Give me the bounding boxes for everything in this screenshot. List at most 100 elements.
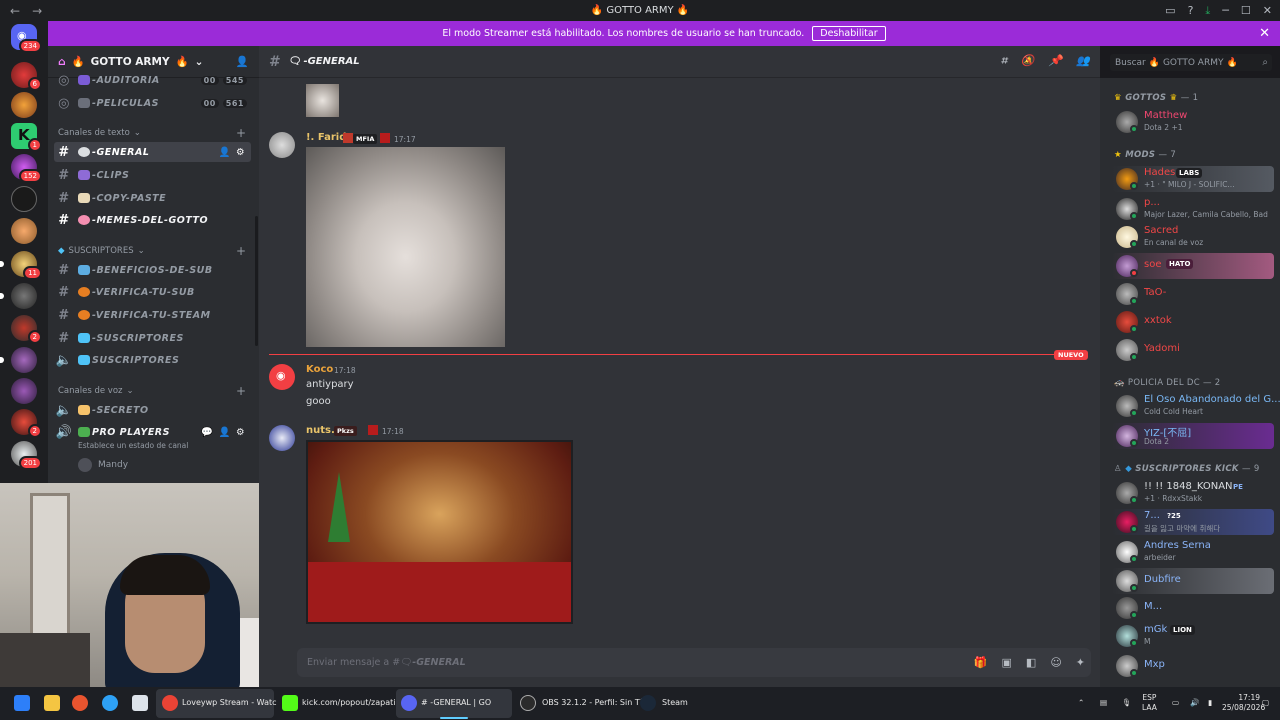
member-item[interactable]: M...: [1112, 595, 1276, 621]
microphone-icon[interactable]: 🎙: [1122, 698, 1132, 708]
member-item[interactable]: TaO-: [1112, 281, 1276, 307]
server-icon[interactable]: 201: [11, 441, 42, 470]
channel-general[interactable]: # -GENERAL 👤 ⚙: [54, 142, 251, 162]
invite-icon[interactable]: 👤: [219, 147, 231, 158]
clock[interactable]: 17:19 25/08/2026: [1222, 693, 1265, 713]
gear-icon[interactable]: ⚙: [236, 427, 245, 438]
category-text-channels[interactable]: Canales de texto ⌄ +: [58, 126, 246, 140]
obs-icon[interactable]: [520, 695, 536, 711]
minimize-button[interactable]: ─: [1222, 4, 1229, 17]
member-item[interactable]: !! !! 1848_KONAN PE +1 · RdxxStakk: [1112, 480, 1276, 506]
server-icon[interactable]: 152: [11, 154, 42, 183]
add-channel-icon[interactable]: +: [236, 126, 246, 140]
dog-gif[interactable]: [306, 440, 573, 624]
image-attachment[interactable]: [306, 84, 339, 117]
category-suscriptores[interactable]: ◆ SUSCRIPTORES ⌄ +: [58, 244, 246, 258]
member-item[interactable]: Andres Serna arbeider: [1112, 539, 1276, 565]
volume-icon[interactable]: 🔊: [1190, 698, 1199, 708]
download-icon[interactable]: ⤓: [1205, 4, 1210, 18]
username[interactable]: nuts.: [306, 425, 335, 436]
language-indicator[interactable]: ESP LAA: [1142, 693, 1157, 713]
channel-status-prompt[interactable]: Establece un estado de canal: [78, 441, 188, 450]
server-icon[interactable]: [0, 347, 37, 373]
channel-verifica-sub[interactable]: # -VERIFICA-TU-SUB: [54, 282, 251, 302]
voice-channel-peliculas[interactable]: ◎ -PELICULAS 00 561: [54, 93, 251, 113]
server-icon[interactable]: [11, 378, 37, 404]
scrollbar[interactable]: [255, 216, 258, 346]
message-input[interactable]: Enviar mensaje a # 🗨 -GENERAL 🎁 ▣ ◧ ☺ ✦: [297, 648, 1091, 677]
server-icon[interactable]: [0, 283, 37, 309]
forward-arrow-icon[interactable]: →: [32, 4, 42, 18]
search-input[interactable]: Buscar 🔥 GOTTO ARMY 🔥 ⌕: [1110, 54, 1272, 71]
apps-icon[interactable]: ✦: [1076, 656, 1085, 669]
member-item[interactable]: soe HATO: [1112, 253, 1276, 279]
threads-icon[interactable]: ⌗: [1001, 54, 1007, 68]
close-banner-icon[interactable]: ✕: [1259, 26, 1270, 41]
windows-start-icon[interactable]: [14, 695, 30, 711]
server-icon[interactable]: [11, 218, 37, 244]
server-icon[interactable]: 11: [0, 251, 42, 280]
mute-bell-icon[interactable]: 🔕: [1021, 54, 1035, 68]
disable-streamer-button[interactable]: Deshabilitar: [812, 26, 886, 41]
server-icon[interactable]: [11, 92, 37, 118]
channel-verifica-steam[interactable]: # -VERIFICA-TU-STEAM: [54, 305, 251, 325]
edge-icon[interactable]: [102, 695, 118, 711]
channel-suscriptores-voice[interactable]: 🔈 SUSCRIPTORES: [54, 350, 251, 370]
avatar[interactable]: [269, 132, 295, 158]
emoji-icon[interactable]: ☺: [1050, 656, 1061, 669]
member-item[interactable]: Hades LABS +1 · " MILO J - SOLIFIC...: [1112, 166, 1276, 192]
browser-icon[interactable]: [72, 695, 88, 711]
help-icon[interactable]: ?: [1188, 4, 1194, 17]
kick-icon[interactable]: [282, 695, 298, 711]
member-item[interactable]: YIZ-[不屈] Dota 2: [1112, 423, 1276, 449]
chat-icon[interactable]: 💬: [201, 427, 213, 438]
notification-icon[interactable]: ▢: [1262, 698, 1269, 708]
invite-icon[interactable]: 👤: [236, 55, 249, 68]
add-channel-icon[interactable]: +: [236, 384, 246, 398]
server-icon[interactable]: 2: [11, 315, 42, 344]
gif-icon[interactable]: ▣: [1002, 656, 1012, 669]
add-channel-icon[interactable]: +: [236, 244, 246, 258]
member-item[interactable]: El Oso Abandonado del G... Cold Cold Hea…: [1112, 393, 1280, 419]
member-item[interactable]: Sacred En canal de voz: [1112, 224, 1276, 250]
channel-clips[interactable]: # -CLIPS: [54, 165, 251, 185]
channel-copy-paste[interactable]: # -COPY-PASTE: [54, 188, 251, 208]
network-icon[interactable]: ▭: [1172, 698, 1179, 708]
inbox-icon[interactable]: ▭: [1165, 4, 1175, 17]
battery-icon[interactable]: ▮: [1208, 698, 1212, 708]
member-item[interactable]: Mxp: [1112, 653, 1276, 679]
member-item[interactable]: Dubfire: [1112, 568, 1276, 594]
channel-suscriptores-text[interactable]: # -SUSCRIPTORES: [54, 328, 251, 348]
gift-icon[interactable]: 🎁: [974, 656, 988, 669]
voice-channel-secreto[interactable]: 🔈 -SECRETO: [54, 400, 251, 420]
sticker-icon[interactable]: ◧: [1026, 656, 1036, 669]
voice-channel-pro-players[interactable]: 🔊 PRO PLAYERS 💬 👤 ⚙: [54, 422, 251, 442]
server-icon[interactable]: K1: [11, 123, 42, 152]
member-item[interactable]: xxtok: [1112, 309, 1276, 335]
chevron-up-icon[interactable]: ⌃: [1078, 698, 1084, 708]
avatar[interactable]: [269, 425, 295, 451]
member-item[interactable]: 7... ?25 길을 잃고 마약에 취해다: [1112, 509, 1276, 535]
invite-icon[interactable]: 👤: [219, 427, 231, 438]
voice-channel-auditoria[interactable]: ◎ -AUDITORIA 00 545: [54, 70, 251, 90]
store-icon[interactable]: [132, 695, 148, 711]
tray-app-icon[interactable]: ▤: [1100, 698, 1107, 708]
crying-cat-gif[interactable]: [306, 147, 505, 347]
channel-beneficios[interactable]: # -BENEFICIOS-DE-SUB: [54, 260, 251, 280]
category-voice-channels[interactable]: Canales de voz ⌄ +: [58, 384, 246, 398]
file-explorer-icon[interactable]: [44, 695, 60, 711]
member-item[interactable]: p... Major Lazer, Camila Cabello, Bad: [1112, 196, 1276, 222]
voice-user[interactable]: Mandy: [78, 458, 128, 472]
channel-memes[interactable]: # -MEMES-DEL-GOTTO: [54, 210, 251, 230]
close-window-button[interactable]: ✕: [1263, 4, 1272, 17]
server-icon[interactable]: 6: [11, 62, 42, 91]
members-icon[interactable]: 👥: [1076, 54, 1090, 68]
server-icon[interactable]: [11, 186, 37, 212]
username[interactable]: Koco: [306, 364, 333, 375]
back-arrow-icon[interactable]: ←: [10, 4, 20, 18]
gear-icon[interactable]: ⚙: [236, 147, 245, 158]
server-icon[interactable]: 2: [11, 409, 42, 438]
direct-messages-button[interactable]: ◉ 234: [11, 24, 42, 53]
pin-icon[interactable]: 📌: [1049, 54, 1063, 68]
maximize-button[interactable]: ☐: [1241, 4, 1251, 17]
